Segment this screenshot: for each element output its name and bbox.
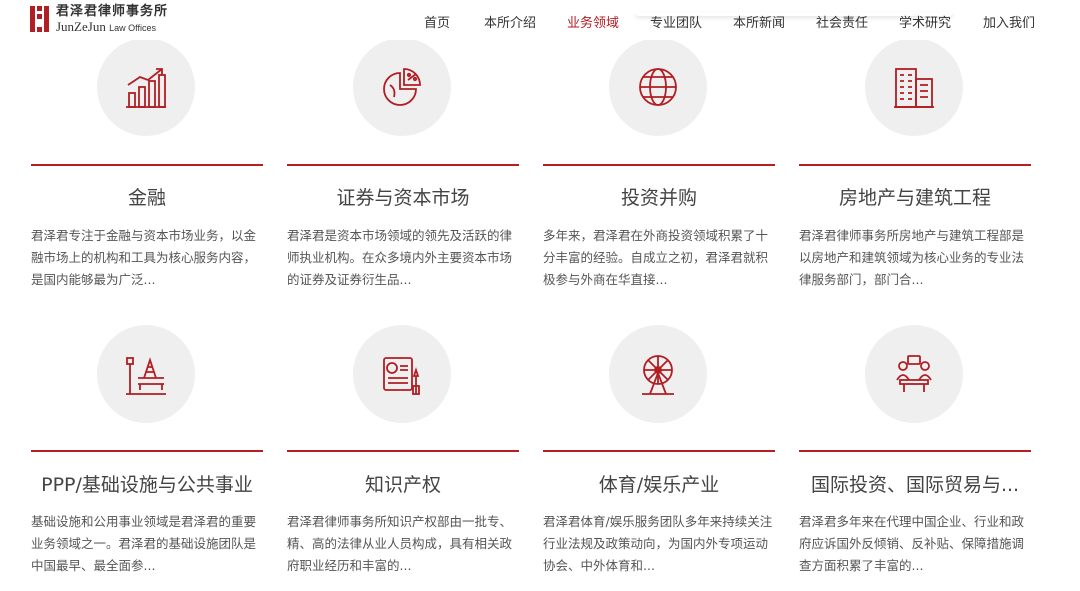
park-bench-lamp-icon	[97, 325, 195, 423]
nav-item-social[interactable]: 社会责任	[816, 12, 868, 31]
practice-title[interactable]: 体育/娱乐产业	[543, 470, 775, 497]
pie-chart-percent-icon	[353, 38, 451, 136]
practice-card-international-trade[interactable]: 国际投资、国际贸易与... 君泽君多年来在代理中国企业、行业和政府应诉国外反倾销…	[799, 300, 1031, 591]
globe-icon	[609, 38, 707, 136]
main-nav: 首页 本所介绍 业务领域 专业团队 本所新闻 社会责任 学术研究 加入我们	[0, 12, 1080, 32]
practice-card-ip[interactable]: 知识产权 君泽君律师事务所知识产权部由一批专、精、高的法律从业人员构成，具有相关…	[287, 300, 519, 591]
practice-description: 君泽君体育/娱乐服务团队多年来持续关注行业法规及政策动向，为国内外专项运动协会、…	[543, 514, 773, 573]
practice-title[interactable]: 知识产权	[287, 470, 519, 497]
certificate-scroll-icon	[353, 325, 451, 423]
practice-card-real-estate[interactable]: 房地产与建筑工程 君泽君律师事务所房地产与建筑工程部是以房地产和建筑领域为核心业…	[799, 0, 1031, 300]
bar-chart-growth-icon	[97, 38, 195, 136]
nav-item-home[interactable]: 首页	[424, 12, 450, 31]
practice-description: 君泽君多年来在代理中国企业、行业和政府应诉国外反倾销、反补贴、保障措施调查方面积…	[799, 514, 1025, 573]
practice-title[interactable]: 证券与资本市场	[287, 183, 519, 210]
buildings-icon	[865, 38, 963, 136]
nav-item-team[interactable]: 专业团队	[650, 12, 702, 31]
nav-item-research[interactable]: 学术研究	[899, 12, 951, 31]
nav-item-news[interactable]: 本所新闻	[733, 12, 785, 31]
practice-description: 君泽君律师事务所房地产与建筑工程部是以房地产和建筑领域为核心业务的专业法律服务部…	[799, 228, 1025, 287]
nav-item-practice-areas[interactable]: 业务领域	[567, 12, 619, 31]
ferris-wheel-icon	[609, 325, 707, 423]
practice-card-finance[interactable]: 金融 君泽君专注于金融与资本市场业务，以金融市场上的机构和工具为核心服务内容，是…	[31, 0, 263, 300]
practice-title[interactable]: 投资并购	[543, 183, 775, 210]
practice-description: 君泽君是资本市场领域的领先及活跃的律师执业机构。在众多境内外主要资本市场的证券及…	[287, 228, 513, 287]
practice-title[interactable]: 国际投资、国际贸易与...	[799, 470, 1031, 497]
practice-title[interactable]: PPP/基础设施与公共事业	[31, 470, 263, 497]
practice-card-investment-ma[interactable]: 投资并购 多年来，君泽君在外商投资领域积累了十分丰富的经验。自成立之初，君泽君就…	[543, 0, 775, 300]
nav-item-join[interactable]: 加入我们	[983, 12, 1035, 31]
practice-title[interactable]: 金融	[31, 183, 263, 210]
practice-description: 君泽君专注于金融与资本市场业务，以金融市场上的机构和工具为核心服务内容，是国内能…	[31, 228, 257, 287]
practice-card-sports-entertainment[interactable]: 体育/娱乐产业 君泽君体育/娱乐服务团队多年来持续关注行业法规及政策动向，为国内…	[543, 300, 775, 591]
practice-description: 基础设施和公用事业领域是君泽君的重要业务领域之一。君泽君的基础设施团队是中国最早…	[31, 514, 257, 573]
practice-card-securities[interactable]: 证券与资本市场 君泽君是资本市场领域的领先及活跃的律师执业机构。在众多境内外主要…	[287, 0, 519, 300]
site-header: 君泽君律师事务所 JunZeJun Law Offices 首页 本所介绍 业务…	[0, 0, 1080, 40]
nav-item-about[interactable]: 本所介绍	[484, 12, 536, 31]
practice-description: 多年来，君泽君在外商投资领域积累了十分丰富的经验。自成立之初，君泽君就积极参与外…	[543, 228, 769, 287]
practice-description: 君泽君律师事务所知识产权部由一批专、精、高的法律从业人员构成，具有相关政府职业经…	[287, 514, 513, 573]
practice-title[interactable]: 房地产与建筑工程	[799, 183, 1031, 210]
meeting-table-icon	[865, 325, 963, 423]
practice-card-ppp-infrastructure[interactable]: PPP/基础设施与公共事业 基础设施和公用事业领域是君泽君的重要业务领域之一。君…	[31, 300, 263, 591]
